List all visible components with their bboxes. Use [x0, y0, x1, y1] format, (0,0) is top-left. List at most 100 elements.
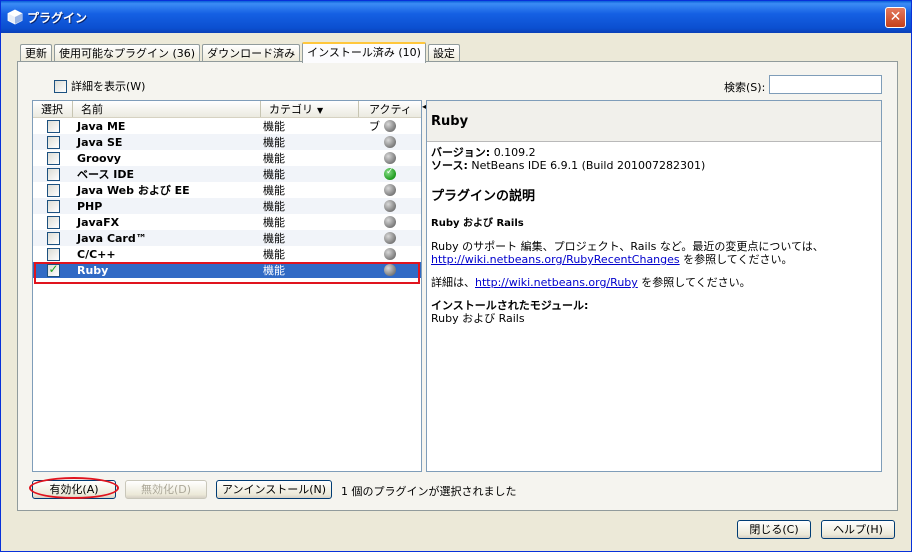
table-row[interactable]: Java Web および EE 機能	[33, 182, 421, 198]
show-details-checkbox[interactable]: 詳細を表示(W)	[54, 78, 145, 94]
row-select-cell	[33, 151, 73, 165]
version-label: バージョン:	[431, 146, 491, 159]
row-active-cell	[359, 216, 421, 228]
tab-available-plugins[interactable]: 使用可能なプラグイン (36)	[54, 44, 201, 62]
table-row[interactable]: Ruby 機能	[33, 262, 421, 278]
inactive-status-icon	[384, 248, 396, 260]
version-line: バージョン: 0.109.2	[431, 146, 877, 159]
row-name: JavaFX	[77, 215, 120, 229]
table-row[interactable]: Java SE 機能	[33, 134, 421, 150]
row-select-cell	[33, 183, 73, 197]
table-row[interactable]: Groovy 機能	[33, 150, 421, 166]
row-checkbox[interactable]	[46, 247, 60, 261]
checkbox-box[interactable]	[54, 79, 67, 93]
row-category: 機能	[263, 200, 285, 213]
row-name: Java SE	[77, 135, 123, 149]
inactive-status-icon	[384, 120, 396, 132]
row-checkbox[interactable]	[46, 231, 60, 245]
tab-settings[interactable]: 設定	[427, 44, 460, 62]
description-subheading: Ruby および Rails	[431, 218, 524, 229]
row-active-cell	[359, 200, 421, 212]
version-value: 0.109.2	[493, 146, 536, 159]
search-input[interactable]	[769, 75, 882, 94]
row-select-cell	[33, 262, 73, 277]
row-category: 機能	[263, 264, 285, 277]
row-active-cell	[359, 152, 421, 164]
detail-body: バージョン: 0.109.2 ソース: NetBeans IDE 6.9.1 (…	[427, 142, 881, 329]
installed-panel: 詳細を表示(W) 検索(S): 選択 名前 カテゴリ ▼ アクティブ Java M…	[17, 61, 898, 511]
modules-value: Ruby および Rails	[431, 312, 525, 325]
column-header-select[interactable]: 選択	[33, 101, 73, 117]
table-header: 選択 名前 カテゴリ ▼ アクティブ	[33, 101, 421, 133]
column-header-category[interactable]: カテゴリ ▼	[261, 101, 359, 117]
netbeans-cube-icon	[7, 9, 23, 25]
row-name: Java Web および EE	[77, 184, 190, 197]
row-select-cell	[33, 231, 73, 245]
selection-status: 1 個のプラグインが選択されました	[341, 485, 517, 498]
row-name: Java ME	[77, 119, 126, 133]
row-category: 機能	[263, 216, 285, 229]
row-checkbox[interactable]	[46, 151, 60, 165]
source-label: ソース:	[431, 159, 468, 172]
disable-button[interactable]: 無効化(D)	[125, 480, 207, 499]
window-title: プラグイン	[27, 11, 88, 25]
description-heading: プラグインの説明	[431, 189, 536, 204]
inactive-status-icon	[384, 152, 396, 164]
more-info-text: 詳細は、http://wiki.netbeans.org/Ruby を参照してく…	[431, 276, 877, 289]
row-category: 機能	[263, 152, 285, 165]
column-header-active[interactable]: アクティブ	[359, 101, 421, 133]
plugin-detail-pane: Ruby バージョン: 0.109.2 ソース: NetBeans IDE 6.…	[426, 100, 882, 472]
row-active-cell	[359, 248, 421, 260]
row-checkbox[interactable]	[46, 262, 60, 277]
plugin-table: 選択 名前 カテゴリ ▼ アクティブ Java ME 機能 Java SE 機能 Groo…	[32, 100, 422, 472]
row-category: 機能	[263, 120, 285, 133]
row-name: Java Card™	[77, 231, 147, 245]
row-checkbox[interactable]	[46, 199, 60, 213]
table-row[interactable]: Java ME 機能	[33, 118, 421, 134]
inactive-status-icon	[384, 264, 396, 276]
row-select-cell	[33, 247, 73, 261]
table-row[interactable]: C/C++ 機能	[33, 246, 421, 262]
modules-heading: インストールされたモジュール:	[431, 299, 877, 312]
tab-updates[interactable]: 更新	[20, 44, 52, 62]
table-row[interactable]: JavaFX 機能	[33, 214, 421, 230]
row-category: 機能	[263, 136, 285, 149]
inactive-status-icon	[384, 216, 396, 228]
row-checkbox[interactable]	[46, 167, 60, 181]
table-row[interactable]: PHP 機能	[33, 198, 421, 214]
more-info-pre: 詳細は、	[431, 276, 475, 289]
title-bar[interactable]: プラグイン ✕	[1, 1, 911, 33]
ruby-wiki-link[interactable]: http://wiki.netbeans.org/Ruby	[475, 276, 638, 289]
row-checkbox[interactable]	[46, 135, 60, 149]
row-checkbox[interactable]	[46, 215, 60, 229]
row-checkbox[interactable]	[46, 183, 60, 197]
table-row[interactable]: Java Card™ 機能	[33, 230, 421, 246]
source-value: NetBeans IDE 6.9.1 (Build 201007282301)	[471, 159, 706, 172]
close-window-button[interactable]: ✕	[885, 7, 906, 28]
row-category: 機能	[263, 184, 285, 197]
row-active-cell	[359, 184, 421, 196]
row-name: Ruby	[77, 263, 109, 277]
detail-title: Ruby	[427, 101, 881, 142]
tab-installed[interactable]: インストール済み (10)	[302, 42, 426, 63]
row-select-cell	[33, 119, 73, 133]
row-select-cell	[33, 167, 73, 181]
row-name: Groovy	[77, 151, 121, 165]
active-check-icon	[384, 167, 396, 180]
table-row[interactable]: ベース IDE 機能	[33, 166, 421, 182]
inactive-status-icon	[384, 200, 396, 212]
row-active-cell	[359, 264, 421, 276]
modules-heading-label: インストールされたモジュール:	[431, 299, 589, 312]
row-checkbox[interactable]	[46, 119, 60, 133]
column-header-name[interactable]: 名前	[73, 101, 261, 117]
uninstall-button[interactable]: アンインストール(N)	[216, 480, 332, 499]
tab-downloaded[interactable]: ダウンロード済み	[202, 44, 301, 62]
row-active-cell	[359, 232, 421, 244]
show-details-label: 詳細を表示(W)	[71, 80, 146, 93]
enable-button[interactable]: 有効化(A)	[32, 480, 116, 499]
row-name: ベース IDE	[77, 168, 135, 181]
source-line: ソース: NetBeans IDE 6.9.1 (Build 201007282…	[431, 159, 877, 172]
close-button[interactable]: 閉じる(C)	[737, 520, 811, 539]
recent-changes-link[interactable]: http://wiki.netbeans.org/RubyRecentChang…	[431, 253, 680, 266]
help-button[interactable]: ヘルプ(H)	[821, 520, 895, 539]
